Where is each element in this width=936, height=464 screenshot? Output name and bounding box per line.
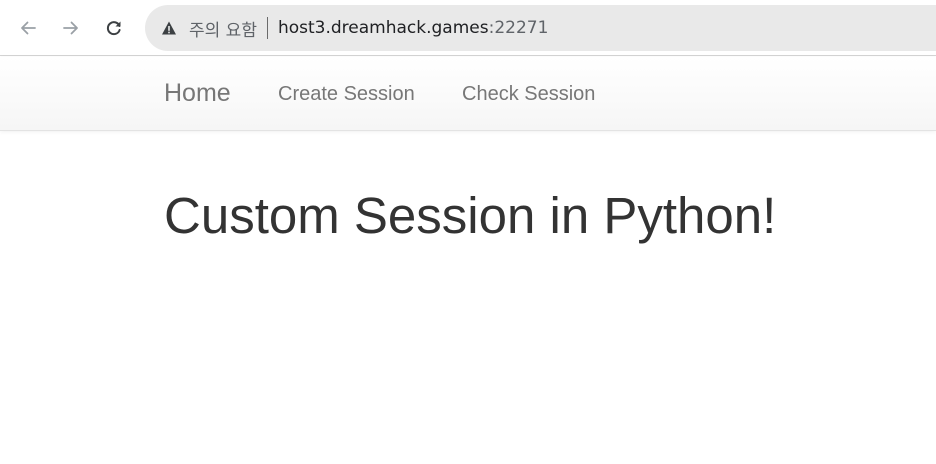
nav-link-check-session[interactable]: Check Session — [462, 83, 595, 106]
nav-link-create-session[interactable]: Create Session — [278, 83, 415, 106]
forward-button[interactable] — [55, 12, 87, 44]
url-host: host3.dreamhack.games — [277, 18, 489, 38]
browser-toolbar: 주의 요함 host3.dreamhack.games:22271 — [0, 0, 936, 56]
url-text[interactable]: host3.dreamhack.games:22271 — [278, 18, 548, 38]
address-separator — [266, 17, 268, 39]
reload-button[interactable] — [98, 12, 130, 44]
security-warning-label[interactable]: 주의 요함 — [189, 16, 257, 41]
back-button[interactable] — [12, 12, 44, 44]
arrow-left-icon — [21, 21, 36, 35]
reload-icon — [106, 21, 121, 36]
site-navbar: Home Create Session Check Session — [0, 57, 936, 131]
navbar-brand-home[interactable]: Home — [164, 79, 231, 108]
page-title: Custom Session in Python! — [164, 187, 777, 244]
arrow-right-icon — [63, 21, 78, 35]
url-port: :22271 — [488, 18, 549, 38]
address-bar[interactable]: 주의 요함 host3.dreamhack.games:22271 — [145, 5, 936, 51]
warning-triangle-icon[interactable] — [161, 20, 177, 36]
